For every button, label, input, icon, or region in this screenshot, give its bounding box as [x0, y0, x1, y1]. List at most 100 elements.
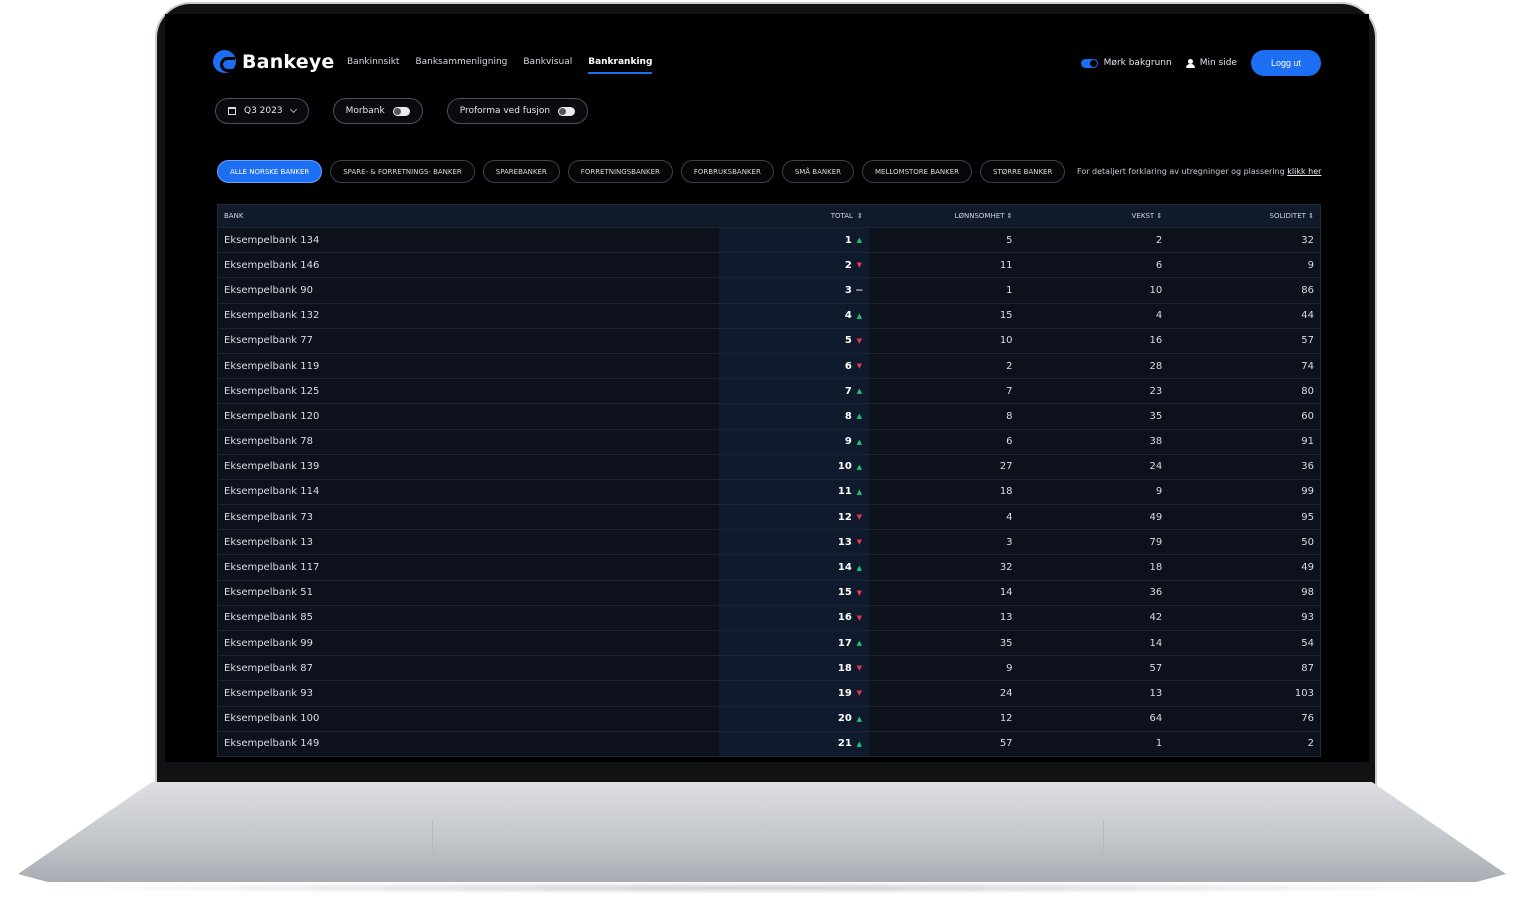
profit-rank: 11 — [999, 259, 1013, 271]
tab-mellomstore-banker[interactable]: MELLOMSTORE BANKER — [862, 160, 973, 183]
total-rank: 1 ▲ — [719, 228, 869, 253]
table-row[interactable]: Eksempelbank 132 4 ▲ 15 4 44 — [218, 302, 1320, 328]
table-row[interactable]: Eksempelbank 85 16 ▼ 13 42 93 — [218, 604, 1320, 630]
tab-sma-banker[interactable]: SMÅ BANKER — [781, 160, 855, 183]
table-row[interactable]: Eksempelbank 87 18 ▼ 9 57 87 — [218, 655, 1320, 681]
bank-name: Eksempelbank 100 — [224, 713, 320, 725]
solidity-rank: 50 — [1301, 536, 1315, 548]
total-rank: 10 ▲ — [719, 454, 869, 479]
total-value: 6 — [844, 360, 852, 372]
solidity-rank: 9 — [1307, 259, 1315, 271]
sort-icon: ⇕ — [1006, 212, 1013, 220]
header-total[interactable]: TOTAL ⇕ — [719, 205, 869, 227]
table-row[interactable]: Eksempelbank 134 1 ▲ 5 2 32 — [218, 227, 1320, 253]
table-row[interactable]: Eksempelbank 93 19 ▼ 24 13 103 — [218, 680, 1320, 706]
table-row[interactable]: Eksempelbank 149 21 ▲ 57 1 2 — [218, 730, 1320, 756]
explanation-label: For detaljert forklaring av utregninger … — [1077, 167, 1288, 176]
my-page-link[interactable]: Min side — [1185, 58, 1237, 68]
table-row[interactable]: Eksempelbank 90 3— 1 10 86 — [218, 277, 1320, 303]
bank-name: Eksempelbank 90 — [224, 284, 313, 296]
table-row[interactable]: Eksempelbank 114 11 ▲ 18 9 99 — [218, 478, 1320, 505]
proforma-toggle[interactable]: Proforma ved fusjon — [446, 98, 589, 124]
bank-name: Eksempelbank 125 — [224, 385, 320, 397]
logout-button[interactable]: Logg ut — [1250, 50, 1321, 76]
trend-down-icon: ▼ — [856, 513, 862, 522]
solidity-rank: 80 — [1301, 385, 1315, 397]
table-row[interactable]: Eksempelbank 125 7 ▲ 7 23 80 — [218, 378, 1320, 404]
table-row[interactable]: Eksempelbank 13 13 ▼ 3 79 50 — [218, 529, 1320, 555]
total-value: 4 — [844, 310, 852, 322]
nav-bankvisual[interactable]: Bankvisual — [523, 57, 572, 67]
trend-down-icon: ▼ — [856, 689, 862, 698]
table-row[interactable]: Eksempelbank 100 20 ▲ 12 64 76 — [218, 705, 1320, 731]
profit-rank: 1 — [1006, 284, 1013, 296]
total-value: 19 — [837, 687, 852, 699]
calendar-icon — [228, 107, 236, 115]
solidity-rank: 54 — [1301, 637, 1315, 649]
total-value: 2 — [844, 259, 852, 271]
table-row[interactable]: Eksempelbank 146 2 ▼ 11 6 9 — [218, 252, 1320, 278]
bank-name: Eksempelbank 139 — [224, 461, 320, 473]
tab-storre-banker[interactable]: STØRRE BANKER — [980, 160, 1066, 183]
header-solidity[interactable]: SOLIDITET ⇕ — [1168, 212, 1320, 220]
bank-name: Eksempelbank 117 — [224, 562, 320, 574]
total-value: 14 — [837, 562, 852, 574]
dark-mode-label: Mørk bakgrunn — [1103, 58, 1172, 68]
growth-rank: 2 — [1155, 234, 1163, 246]
profit-rank: 57 — [999, 738, 1013, 750]
proforma-switch[interactable] — [558, 106, 576, 116]
logo[interactable]: Bankeye — [213, 50, 335, 73]
user-icon — [1185, 58, 1195, 68]
profit-rank: 27 — [999, 461, 1013, 473]
explanation-link[interactable]: klikk her — [1287, 167, 1321, 176]
morbank-toggle[interactable]: Morbank — [332, 98, 423, 124]
table-row[interactable]: Eksempelbank 117 14 ▲ 32 18 49 — [218, 554, 1320, 580]
growth-rank: 14 — [1149, 637, 1163, 649]
header-growth[interactable]: VEKST ⇕ — [1019, 212, 1169, 220]
chevron-down-icon — [289, 105, 297, 114]
tab-spare-forretnings-banker[interactable]: SPARE- & FORRETNINGS- BANKER — [330, 160, 475, 183]
period-select[interactable]: Q3 2023 — [215, 98, 309, 124]
growth-rank: 9 — [1155, 486, 1163, 498]
trend-down-icon: ▼ — [856, 588, 862, 597]
nav-banksammenligning[interactable]: Banksammenligning — [415, 57, 507, 67]
total-rank: 14 ▲ — [719, 555, 869, 580]
table-row[interactable]: Eksempelbank 120 8 ▲ 8 35 60 — [218, 403, 1320, 429]
sort-icon: ⇕ — [856, 212, 863, 220]
tab-forbruksbanker[interactable]: FORBRUKSBANKER — [680, 160, 774, 183]
table-row[interactable]: Eksempelbank 119 6 ▼ 2 28 74 — [218, 352, 1320, 379]
profit-rank: 4 — [1006, 511, 1013, 523]
total-value: 12 — [837, 511, 852, 523]
growth-rank: 79 — [1149, 536, 1163, 548]
table-row[interactable]: Eksempelbank 99 17 ▲ 35 14 54 — [218, 630, 1320, 656]
solidity-rank: 32 — [1301, 234, 1315, 246]
nav-bankranking[interactable]: Bankranking — [588, 57, 653, 74]
total-value: 17 — [837, 637, 852, 649]
dark-mode-switch[interactable] — [1080, 58, 1098, 68]
profit-rank: 15 — [999, 310, 1013, 322]
trend-up-icon: ▲ — [856, 387, 862, 396]
tab-forretningsbanker[interactable]: FORRETNINGSBANKER — [567, 160, 673, 183]
dark-mode-toggle[interactable]: Mørk bakgrunn — [1080, 58, 1172, 68]
table-row[interactable]: Eksempelbank 51 15 ▼ 14 36 98 — [218, 579, 1320, 605]
morbank-label: Morbank — [345, 106, 385, 116]
tab-alle-norske-banker[interactable]: ALLE NORSKE BANKER — [217, 160, 323, 183]
growth-rank: 10 — [1149, 284, 1163, 296]
header-bank[interactable]: BANK — [218, 212, 719, 220]
profit-rank: 7 — [1006, 385, 1013, 397]
trend-same-icon: — — [855, 286, 863, 295]
total-value: 10 — [837, 461, 852, 473]
morbank-switch[interactable] — [392, 106, 410, 116]
tab-sparebanker[interactable]: SPAREBANKER — [482, 160, 560, 183]
profit-rank: 2 — [1006, 360, 1013, 372]
table-row[interactable]: Eksempelbank 139 10 ▲ 27 24 36 — [218, 453, 1320, 479]
header-profit[interactable]: LØNNSOMHET ⇕ — [869, 212, 1019, 220]
total-rank: 17 ▲ — [719, 631, 869, 656]
table-row[interactable]: Eksempelbank 77 5 ▼ 10 16 57 — [218, 327, 1320, 353]
table-row[interactable]: Eksempelbank 78 9 ▲ 6 38 91 — [218, 428, 1320, 454]
growth-rank: 57 — [1149, 662, 1163, 674]
bank-name: Eksempelbank 134 — [224, 234, 320, 246]
trend-down-icon: ▼ — [856, 336, 862, 345]
table-row[interactable]: Eksempelbank 73 12 ▼ 4 49 95 — [218, 504, 1320, 530]
nav-bankinnsikt[interactable]: Bankinnsikt — [347, 57, 399, 67]
